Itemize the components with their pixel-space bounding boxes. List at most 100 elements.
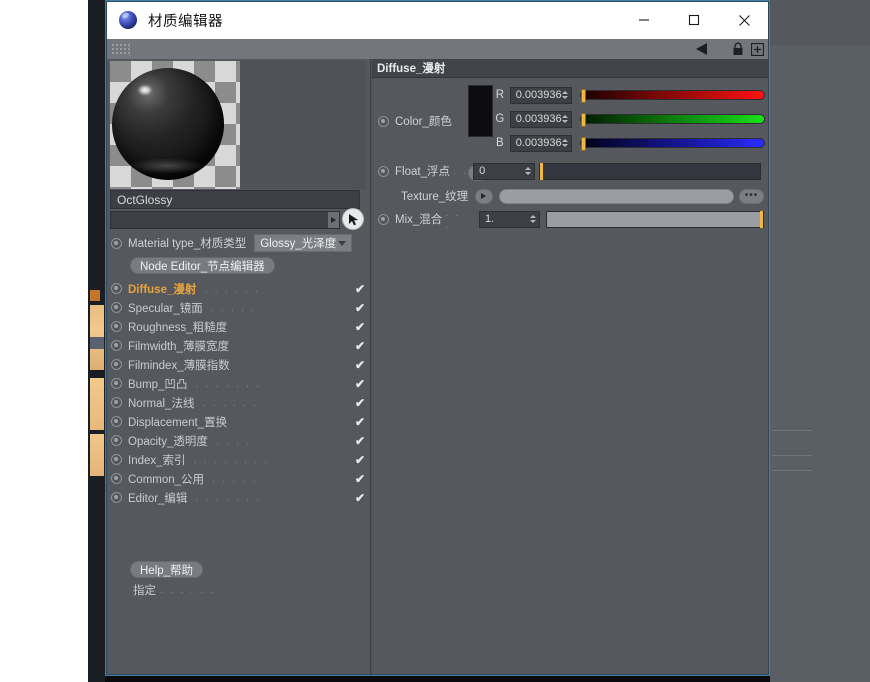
chevron-down-icon (338, 240, 347, 246)
rgb-value: 0.003936 (515, 89, 562, 101)
channel-label: Diffuse_漫射 (128, 283, 197, 296)
channel-checkmark-icon[interactable]: ✔ (353, 339, 367, 353)
color-radio[interactable] (378, 115, 389, 127)
material-name-input[interactable]: OctGlossy (110, 190, 360, 209)
channel-row[interactable]: Common_公用 . . . . . ✔ (111, 469, 367, 488)
rgb-slider-knob[interactable] (581, 113, 587, 127)
float-slider[interactable] (539, 162, 762, 180)
channel-radio[interactable] (111, 302, 122, 313)
channel-row[interactable]: Displacement_置换 ✔ (111, 412, 367, 431)
triangle-left-icon[interactable] (696, 43, 707, 55)
left-panel: OctGlossy Material type_材质类型 Glossy_光泽度 (107, 59, 371, 675)
channel-row[interactable]: Opacity_透明度 . . . . ✔ (111, 431, 367, 450)
channel-dots: . . . . . . . . (193, 454, 270, 465)
rgb-input-g[interactable]: 0.003936 (509, 110, 572, 128)
mix-stepper[interactable] (529, 215, 536, 223)
background-right-panel-top (770, 0, 870, 45)
channel-row[interactable]: Filmwidth_薄膜宽度 ✔ (111, 336, 367, 355)
channel-radio[interactable] (111, 397, 122, 408)
float-stepper[interactable] (525, 167, 532, 175)
maximize-button[interactable] (669, 1, 719, 39)
channel-checkmark-icon[interactable]: ✔ (353, 396, 367, 410)
mix-slider-knob[interactable] (760, 210, 764, 228)
channel-radio[interactable] (111, 283, 122, 294)
channel-label: Filmindex_薄膜指数 (128, 359, 230, 372)
channel-row[interactable]: Normal_法线 . . . . . . ✔ (111, 393, 367, 412)
material-link-input[interactable] (110, 211, 340, 229)
rgb-stepper[interactable] (561, 115, 568, 123)
channel-checkmark-icon[interactable]: ✔ (353, 472, 367, 486)
channel-checkmark-icon[interactable]: ✔ (353, 282, 367, 296)
rgb-input-r[interactable]: 0.003936 (509, 86, 572, 104)
channel-row[interactable]: Specular_镜面 . . . . . ✔ (111, 298, 367, 317)
assign-row[interactable]: 指定 . . . . . . (133, 582, 333, 598)
channel-radio[interactable] (111, 473, 122, 484)
padlock-icon[interactable] (732, 42, 744, 56)
help-button[interactable]: Help_帮助 (130, 561, 204, 578)
channel-radio[interactable] (111, 321, 122, 332)
channel-dots: . . . . (215, 435, 252, 446)
channel-row[interactable]: Filmindex_薄膜指数 ✔ (111, 355, 367, 374)
drag-grip-icon[interactable] (110, 42, 130, 56)
mix-dots: . . . (445, 207, 461, 231)
mix-input[interactable]: 1. (478, 210, 540, 228)
material-preview[interactable] (110, 61, 366, 189)
channel-checkmark-icon[interactable]: ✔ (353, 453, 367, 467)
channel-dots: . . . . . . (204, 283, 260, 294)
texture-input[interactable] (498, 188, 734, 204)
channel-row[interactable]: Diffuse_漫射 . . . . . . ✔ (111, 279, 367, 298)
channel-radio[interactable] (111, 340, 122, 351)
material-editor-window: 材质编辑器 OctGlossy Material type_材质类型 Gloss… (105, 0, 770, 676)
rgb-slider-knob[interactable] (581, 137, 587, 151)
rgb-stepper[interactable] (561, 91, 568, 99)
float-slider-knob[interactable] (540, 162, 544, 180)
channel-checkmark-icon[interactable]: ✔ (353, 358, 367, 372)
channel-row[interactable]: Roughness_粗糙度 ✔ (111, 317, 367, 336)
cursor-arrow-icon[interactable] (342, 208, 364, 230)
channel-checkmark-icon[interactable]: ✔ (353, 301, 367, 315)
channel-radio[interactable] (111, 378, 122, 389)
rgb-slider-knob[interactable] (581, 89, 587, 103)
rgb-slider-r[interactable] (579, 89, 765, 103)
channel-checkmark-icon[interactable]: ✔ (353, 377, 367, 391)
float-radio[interactable] (378, 165, 389, 177)
rgb-letter: G (495, 113, 505, 125)
assign-dots: . . . . . . (160, 584, 216, 596)
texture-expand-button[interactable] (475, 188, 493, 204)
window-titlebar[interactable]: 材质编辑器 (106, 1, 769, 39)
link-dropdown-button[interactable] (328, 212, 339, 228)
channel-row[interactable]: Bump_凹凸 . . . . . . . ✔ (111, 374, 367, 393)
channel-checkmark-icon[interactable]: ✔ (353, 434, 367, 448)
channel-row[interactable]: Index_索引 . . . . . . . . ✔ (111, 450, 367, 469)
node-editor-button[interactable]: Node Editor_节点编辑器 (130, 257, 275, 274)
rgb-value: 0.003936 (515, 137, 562, 149)
rgb-stepper[interactable] (561, 139, 568, 147)
material-type-label: Material type_材质类型 (128, 238, 247, 250)
float-row: Float_浮点 . . 0 (378, 161, 764, 181)
channel-radio[interactable] (111, 359, 122, 370)
channel-row[interactable]: Editor_编辑 . . . . . . . ✔ (111, 488, 367, 507)
close-button[interactable] (719, 1, 769, 39)
channel-checkmark-icon[interactable]: ✔ (353, 320, 367, 334)
channel-radio[interactable] (111, 492, 122, 503)
rgb-row-r: R 0.003936 (490, 83, 765, 107)
minimize-button[interactable] (619, 1, 669, 39)
channel-radio[interactable] (111, 416, 122, 427)
rgb-slider-b[interactable] (579, 137, 765, 151)
right-panel: Diffuse_漫射 Color_颜色 R 0.003936 G 0.003936 B 0… (372, 59, 768, 675)
rgb-input-b[interactable]: 0.003936 (509, 134, 572, 152)
float-input[interactable]: 0 (473, 162, 536, 180)
channel-dots: . . . . . (212, 473, 258, 484)
channel-checkmark-icon[interactable]: ✔ (353, 415, 367, 429)
channel-radio[interactable] (111, 435, 122, 446)
mix-radio[interactable] (378, 213, 389, 225)
mix-slider[interactable] (545, 210, 765, 228)
channel-checkmark-icon[interactable]: ✔ (353, 491, 367, 505)
plus-box-icon[interactable] (750, 42, 765, 56)
preview-sphere (112, 68, 224, 180)
rgb-slider-g[interactable] (579, 113, 765, 127)
material-type-radio[interactable] (111, 237, 122, 249)
channel-radio[interactable] (111, 454, 122, 465)
texture-browse-button[interactable]: ••• (738, 188, 765, 204)
material-type-dropdown[interactable]: Glossy_光泽度 (254, 234, 353, 252)
